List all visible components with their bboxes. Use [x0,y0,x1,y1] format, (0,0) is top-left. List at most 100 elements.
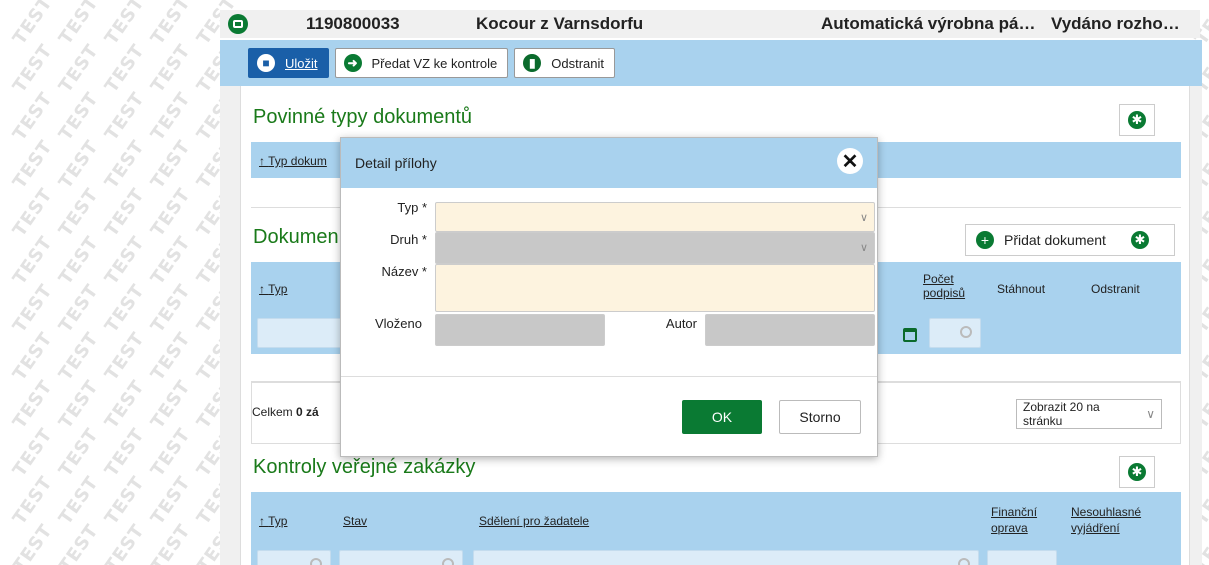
toolbar: ■ Uložit ➜ Předat VZ ke kontrole ▮ Odstr… [220,40,1202,86]
watermark-text: TEST [54,520,103,565]
watermark-text: TEST [146,136,195,193]
watermark-text: TEST [8,0,57,49]
sort-type-column[interactable]: ↑ Typ dokum [259,154,327,168]
submit-for-review-button[interactable]: ➜ Předat VZ ke kontrole [334,48,509,78]
arrow-right-icon: ➜ [343,54,362,72]
search-icon [442,558,454,565]
dialog-header: Detail přílohy ✕ [341,138,877,188]
name-field[interactable] [435,264,875,312]
total-label: Celkem [252,405,297,419]
search-icon [960,326,972,338]
watermark-text: TEST [8,280,57,337]
author-field [705,314,875,346]
watermark-text: TEST [100,424,149,481]
gear-icon: ✱ [1128,463,1146,481]
trash-icon: ▮ [523,54,542,72]
watermark-text: TEST [100,376,149,433]
watermark-text: TEST [54,136,103,193]
state-column[interactable]: Stav [343,514,367,528]
save-button[interactable]: ■ Uložit [248,48,329,78]
watermark-text: TEST [8,328,57,385]
cancel-button[interactable]: Storno [779,400,861,434]
watermark-text: TEST [100,40,149,97]
record-header: 1190800033 Kocour z Varnsdorfu Automatic… [220,10,1200,38]
kind-select[interactable]: ∨ [435,232,875,264]
watermark-text: TEST [8,424,57,481]
record-name: Kocour z Varnsdorfu [476,14,644,33]
documents-settings-button[interactable]: ✱ [1125,224,1155,256]
watermark-text: TEST [100,136,149,193]
chevron-down-icon: ∨ [1146,407,1155,421]
watermark-text: TEST [146,280,195,337]
watermark-text: TEST [8,136,57,193]
watermark-text: TEST [146,232,195,289]
watermark-text: TEST [146,184,195,241]
download-column: Stáhnout [997,282,1046,296]
watermark-text: TEST [54,40,103,97]
attachment-detail-dialog: Detail přílohy ✕ Typ * ∨ Druh * ∨ Název … [340,137,878,457]
state-filter[interactable] [339,550,463,565]
doc-type-filter[interactable] [257,318,347,348]
watermark-text: TEST [54,232,103,289]
ok-button[interactable]: OK [682,400,762,434]
page-size-select[interactable]: Zobrazit 20 na stránku ∨ [1016,399,1162,429]
controls-settings-button[interactable]: ✱ [1119,456,1155,488]
watermark-text: TEST [8,40,57,97]
watermark-text: TEST [8,520,57,565]
message-filter[interactable] [473,550,979,565]
page-margin-left [220,86,240,565]
watermark-text: TEST [8,232,57,289]
watermark-text: TEST [100,88,149,145]
record-mode: Automatická výrobna pá… [821,14,1036,33]
watermark-text: TEST [54,280,103,337]
watermark-text: TEST [8,376,57,433]
message-column[interactable]: Sdělení pro žadatele [479,514,589,528]
app-logo-icon[interactable] [228,14,248,34]
watermark-text: TEST [54,472,103,529]
watermark-text: TEST [146,520,195,565]
signatures-column[interactable]: Počet podpisů [923,272,983,300]
control-type-filter[interactable] [257,550,331,565]
inserted-label: Vloženo [375,316,422,331]
controls-header: ↑ Typ Stav Sdělení pro žadatele Finanční… [251,492,1181,565]
financial-correction-column[interactable]: Finanční oprava [991,504,1061,536]
calendar-icon[interactable] [903,328,917,342]
search-icon [958,558,970,565]
watermark-text: TEST [100,520,149,565]
page-margin-right [1190,86,1202,565]
sort-doc-type-column[interactable]: ↑ Typ [259,282,287,296]
chevron-down-icon: ∨ [859,212,868,224]
watermark-text: TEST [54,328,103,385]
watermark-text: TEST [146,424,195,481]
required-docs-settings-button[interactable]: ✱ [1119,104,1155,136]
watermark-text: TEST [146,0,195,49]
watermark-text: TEST [54,88,103,145]
watermark-text: TEST [146,376,195,433]
record-status: Vydáno rozho… [1051,14,1180,33]
documents-title: Dokumen [253,226,339,248]
financial-filter[interactable] [987,550,1057,565]
controls-title: Kontroly veřejné zakázky [253,456,476,478]
watermark-text: TEST [100,472,149,529]
watermark-text: TEST [8,88,57,145]
watermark-text: TEST [146,40,195,97]
inserted-field [435,314,605,346]
sort-control-type-column[interactable]: ↑ Typ [259,514,287,528]
total-value: 0 zá [296,405,319,419]
dialog-title: Detail přílohy [355,155,437,171]
watermark-text: TEST [100,232,149,289]
close-icon[interactable]: ✕ [837,148,863,174]
watermark-text: TEST [146,472,195,529]
disagreement-column[interactable]: Nesouhlasné vyjádření [1071,504,1171,536]
watermark-text: TEST [8,472,57,529]
watermark-text: TEST [54,376,103,433]
watermark-text: TEST [54,424,103,481]
name-label: Název * [381,264,427,279]
signatures-filter[interactable] [929,318,981,348]
record-number: 1190800033 [306,14,400,33]
author-label: Autor [665,316,697,331]
remove-column: Odstranit [1091,282,1140,296]
type-select[interactable]: ∨ [435,202,875,232]
dialog-divider [341,376,877,377]
delete-button[interactable]: ▮ Odstranit [514,48,615,78]
